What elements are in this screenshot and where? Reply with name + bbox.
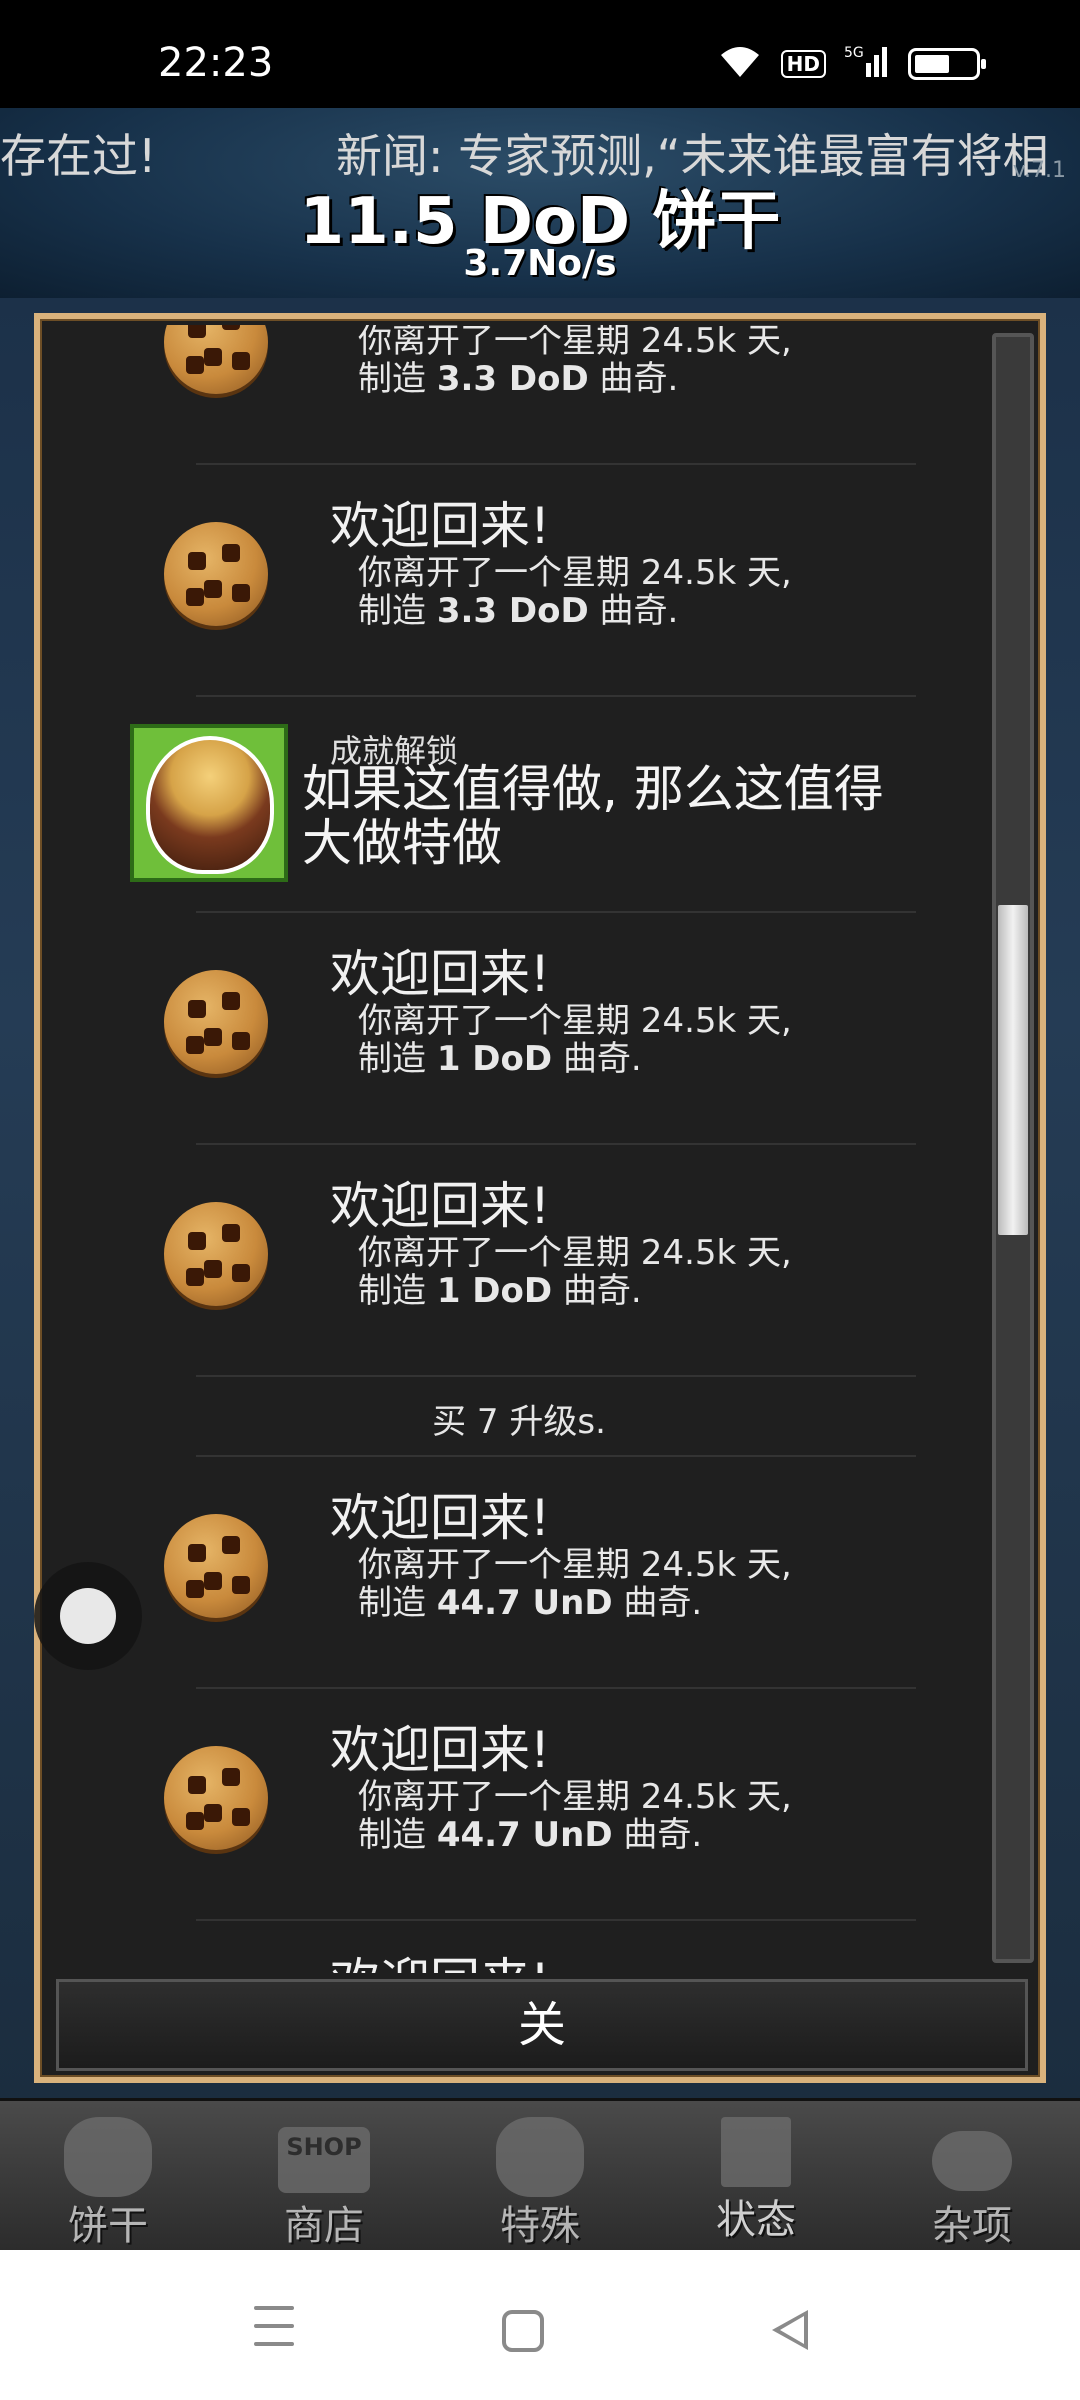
cookie-amount: 1 DoD — [436, 1039, 553, 1079]
menu-label: 商店 — [284, 2203, 364, 2249]
message-line-2: 制造 1 DoD 曲奇. — [358, 1272, 792, 1310]
recent-apps-icon[interactable] — [246, 2298, 306, 2358]
system-nav-bar — [0, 2250, 1080, 2400]
message-suffix: 曲奇. — [623, 1815, 703, 1855]
log-entry-title: 欢迎回来! — [330, 1489, 551, 1547]
game-header: 存在过! 新闻: 专家预测,“未来谁最富有将相 v.7.1 11.5 DoD 饼… — [0, 108, 1080, 298]
cookie-amount: 3.3 DoD — [436, 359, 589, 399]
bottom-menu: 饼干 SHOP 商店 特殊 状态 杂项 — [0, 2098, 1080, 2251]
log-entry-message: 你离开了一个星期 24.5k 天, 制造 1 DoD 曲奇. — [358, 1002, 792, 1078]
menu-label: 杂项 — [932, 2203, 1012, 2249]
message-line-1: 你离开了一个星期 24.5k 天, — [358, 553, 792, 593]
message-prefix: 制造 — [358, 359, 426, 399]
notification-log-panel: 欢迎回来!你离开了一个星期 24.5k 天,制造 3.3 DoD 曲奇.欢迎回来… — [34, 313, 1046, 2083]
log-entry-title: 欢迎回来! — [330, 1177, 551, 1235]
back-icon[interactable] — [772, 2310, 808, 2350]
status-icons: HD 5G — [717, 43, 986, 86]
message-line-2: 制造 3.3 DoD 曲奇. — [358, 360, 792, 398]
message-prefix: 制造 — [358, 591, 426, 631]
message-line-1: 你离开了一个星期 24.5k 天, — [358, 1233, 792, 1273]
menu-item-stats[interactable]: 状态 — [648, 2101, 864, 2251]
log-entry-message: 你离开了一个星期 24.5k 天, 制造 1 DoD 曲奇. — [358, 1234, 792, 1310]
log-entry-title: 欢迎回来! — [330, 945, 551, 1003]
cookie-icon — [64, 2117, 152, 2197]
message-prefix: 制造 — [358, 1039, 426, 1079]
scrollbar-thumb[interactable] — [998, 905, 1028, 1235]
log-entry-plain: 买 7 升级s. — [46, 1376, 992, 1456]
log-entry-welcome: 欢迎回来! 你离开了一个星期 24.5k 天, 制造 44.7 UnD 曲奇. — [46, 1456, 992, 1688]
log-entry-text: 买 7 升级s. — [432, 1402, 606, 1442]
log-entry-welcome: 欢迎回来! — [46, 1920, 992, 1973]
cookie-icon — [164, 1202, 268, 1306]
cookie-icon — [164, 1746, 268, 1850]
message-suffix: 曲奇. — [562, 1271, 642, 1311]
stats-icon — [721, 2117, 791, 2187]
message-line-1: 你离开了一个星期 24.5k 天, — [358, 325, 792, 361]
shop-icon-text: SHOP — [286, 2133, 362, 2161]
hd-icon: HD — [780, 50, 826, 78]
menu-label: 状态 — [716, 2197, 796, 2243]
close-button[interactable]: 关 — [56, 1979, 1028, 2071]
log-entry-title: 欢迎回来! — [330, 1942, 550, 1973]
cookies-per-second: 3.7No/s — [463, 243, 617, 284]
message-prefix: 制造 — [358, 1583, 426, 1623]
cookie-icon — [164, 522, 268, 626]
cookie-amount: 44.7 UnD — [436, 1583, 613, 1623]
achievement-portrait — [146, 736, 274, 874]
log-entry-welcome: 欢迎回来!你离开了一个星期 24.5k 天,制造 3.3 DoD 曲奇. — [46, 325, 992, 464]
message-suffix: 曲奇. — [623, 1583, 703, 1623]
log-entry-welcome: 欢迎回来!你离开了一个星期 24.5k 天,制造 3.3 DoD 曲奇. — [46, 464, 992, 696]
menu-item-special[interactable]: 特殊 — [432, 2101, 648, 2251]
message-prefix: 制造 — [358, 1271, 426, 1311]
cookie-icon — [164, 325, 268, 394]
log-entry-welcome: 欢迎回来! 你离开了一个星期 24.5k 天, 制造 44.7 UnD 曲奇. — [46, 1688, 992, 1920]
message-prefix: 制造 — [358, 1815, 426, 1855]
message-line-2: 制造 1 DoD 曲奇. — [358, 1040, 792, 1078]
log-entry-title: 欢迎回来! — [330, 1721, 551, 1779]
wifi-icon — [717, 43, 763, 86]
network-label: 5G — [844, 45, 864, 61]
message-line-1: 你离开了一个星期 24.5k 天, — [358, 1545, 792, 1585]
menu-item-misc[interactable]: 杂项 — [864, 2101, 1080, 2251]
menu-label: 饼干 — [68, 2203, 148, 2249]
cookie-icon — [164, 970, 268, 1074]
home-icon[interactable] — [502, 2310, 544, 2352]
log-entry-message: 你离开了一个星期 24.5k 天, 制造 44.7 UnD 曲奇. — [358, 1546, 792, 1622]
log-entry-welcome: 欢迎回来! 你离开了一个星期 24.5k 天, 制造 1 DoD 曲奇. — [46, 1144, 992, 1376]
message-line-1: 你离开了一个星期 24.5k 天, — [358, 1777, 792, 1817]
message-suffix: 曲奇. — [562, 1039, 642, 1079]
message-line-1: 你离开了一个星期 24.5k 天, — [358, 1001, 792, 1041]
cookie-amount: 1 DoD — [436, 1271, 553, 1311]
message-line-2: 制造 3.3 DoD 曲奇. — [358, 592, 792, 630]
status-bar: 22:23 HD 5G — [0, 0, 1080, 108]
log-entry-welcome: 欢迎回来! 你离开了一个星期 24.5k 天, 制造 1 DoD 曲奇. — [46, 912, 992, 1144]
log-list[interactable]: 欢迎回来!你离开了一个星期 24.5k 天,制造 3.3 DoD 曲奇.欢迎回来… — [46, 325, 992, 1973]
floating-assist-button[interactable] — [34, 1562, 142, 1670]
misc-icon — [932, 2131, 1012, 2191]
achievement-icon — [130, 724, 288, 882]
log-entry-title: 欢迎回来! — [330, 497, 551, 555]
special-icon — [496, 2117, 584, 2197]
message-line-2: 制造 44.7 UnD 曲奇. — [358, 1816, 792, 1854]
menu-label: 特殊 — [500, 2203, 580, 2249]
message-suffix: 曲奇. — [599, 359, 679, 399]
battery-icon — [908, 48, 986, 80]
cookie-amount: 3.3 DoD — [436, 591, 589, 631]
status-time: 22:23 — [158, 40, 274, 86]
signal-icon: 5G — [844, 43, 890, 86]
scrollbar[interactable] — [992, 333, 1034, 1963]
cookie-amount: 44.7 UnD — [436, 1815, 613, 1855]
log-entry-message: 你离开了一个星期 24.5k 天, 制造 3.3 DoD 曲奇. — [358, 325, 792, 398]
achievement-name: 如果这值得做, 那么这值得大做特做 — [302, 760, 884, 872]
log-entry-message: 你离开了一个星期 24.5k 天, 制造 44.7 UnD 曲奇. — [358, 1778, 792, 1854]
log-entry-achievement: 成就解锁 如果这值得做, 那么这值得大做特做 — [46, 696, 992, 912]
cookie-icon — [164, 1514, 268, 1618]
menu-item-cookies[interactable]: 饼干 — [0, 2101, 216, 2251]
message-line-2: 制造 44.7 UnD 曲奇. — [358, 1584, 792, 1622]
log-entry-message: 你离开了一个星期 24.5k 天, 制造 3.3 DoD 曲奇. — [358, 554, 792, 630]
menu-item-shop[interactable]: SHOP 商店 — [216, 2101, 432, 2251]
message-suffix: 曲奇. — [599, 591, 679, 631]
